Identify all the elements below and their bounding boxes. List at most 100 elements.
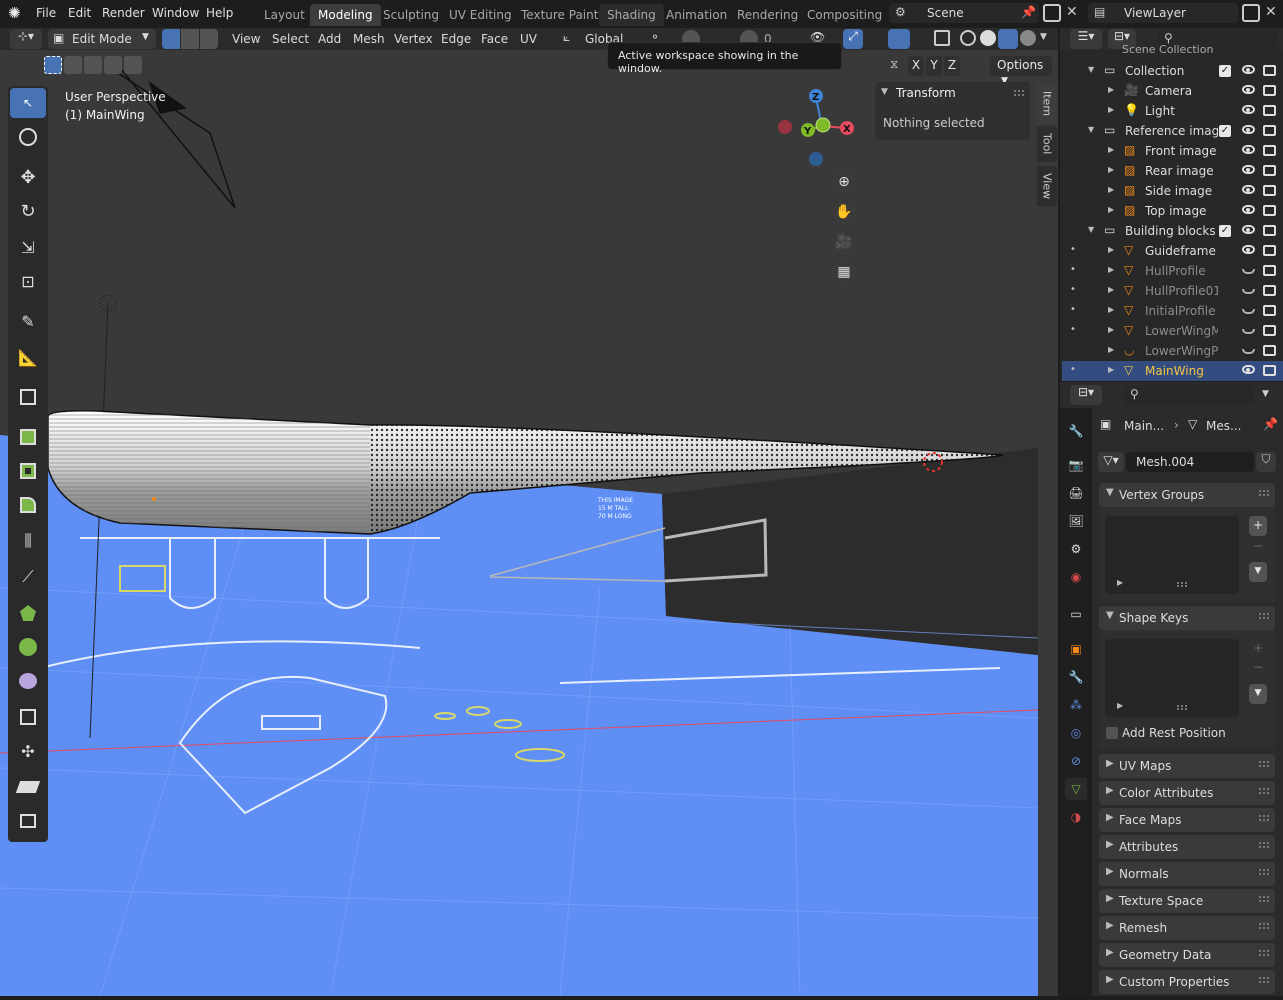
blender-logo-icon[interactable]: ✺ [8, 4, 30, 24]
tab-compositing[interactable]: Compositing [799, 4, 890, 26]
outliner-row[interactable]: ▶ • ▽ InitialProfile [1062, 301, 1283, 321]
menu-edit[interactable]: Edit [68, 6, 91, 20]
panel-header-remesh[interactable]: ▶ Remesh [1099, 916, 1275, 940]
select-extend-icon[interactable] [64, 56, 82, 74]
remove-shape-key-button[interactable]: − [1249, 658, 1267, 678]
eye-icon[interactable] [1242, 225, 1255, 234]
drag-grip-icon[interactable] [1259, 613, 1269, 619]
panel-header-normals[interactable]: ▶ Normals [1099, 862, 1275, 886]
particles-tab-icon[interactable]: ⁂ [1065, 694, 1087, 716]
shading-wireframe-icon[interactable] [960, 30, 976, 46]
outliner-root-row[interactable]: Scene Collection [1122, 43, 1213, 55]
gizmo-toggle-icon[interactable]: ⤢ [843, 29, 863, 49]
remove-vertex-group-button[interactable]: − [1249, 537, 1267, 557]
tab-sculpting[interactable]: Sculpting [375, 4, 447, 26]
shading-solid-icon[interactable] [980, 30, 996, 46]
pin-icon[interactable]: 📌 [1021, 5, 1036, 19]
output-tab-icon[interactable]: 🖨 [1065, 482, 1087, 504]
knife-tool-icon[interactable]: ⟋ [10, 562, 46, 592]
sidebar-tab-item[interactable]: Item [1037, 84, 1057, 124]
tab-shading[interactable]: Shading [599, 4, 664, 26]
tab-uv-editing[interactable]: UV Editing [441, 4, 520, 26]
delete-viewlayer-icon[interactable]: ✕ [1265, 4, 1277, 20]
menu-vertex[interactable]: Vertex [394, 32, 433, 46]
eye-closed-icon[interactable] [1242, 269, 1255, 274]
properties-search-input[interactable]: ⚲ [1124, 385, 1254, 405]
mesh-browse-icon[interactable]: ▽▾ [1098, 452, 1124, 472]
expand-triangle-icon[interactable]: ▶ [1117, 578, 1123, 587]
camera-render-icon[interactable] [1263, 285, 1276, 296]
add-rest-position-checkbox[interactable] [1106, 727, 1118, 739]
scene-tab-icon[interactable]: ⚙ [1065, 538, 1087, 560]
edit-toggle-dot-icon[interactable]: • [1070, 264, 1076, 275]
cursor-tool-icon[interactable] [10, 122, 46, 152]
camera-render-icon[interactable] [1263, 225, 1276, 236]
face-select-mode-icon[interactable] [200, 29, 218, 49]
mirror-z-toggle[interactable]: Z [944, 56, 960, 76]
expand-triangle-icon[interactable]: ▶ [1117, 701, 1123, 710]
chevron-down-icon[interactable]: ▼ [881, 87, 888, 97]
eye-closed-icon[interactable] [1242, 309, 1255, 314]
add-shape-key-button[interactable]: + [1249, 639, 1267, 659]
expand-right-icon[interactable]: ▶ [1108, 145, 1114, 154]
bevel-tool-icon[interactable] [10, 490, 46, 520]
menu-face[interactable]: Face [481, 32, 508, 46]
expand-right-icon[interactable]: ▶ [1108, 105, 1114, 114]
add-cube-tool-icon[interactable] [10, 382, 46, 412]
inset-tool-icon[interactable] [10, 456, 46, 486]
expand-right-icon[interactable]: ▶ [1108, 265, 1114, 274]
camera-render-icon[interactable] [1263, 185, 1276, 196]
expand-right-icon[interactable]: ▶ [1108, 185, 1114, 194]
menu-add[interactable]: Add [318, 32, 341, 46]
camera-render-icon[interactable] [1263, 125, 1276, 136]
edit-toggle-dot-icon[interactable]: • [1070, 364, 1076, 375]
outliner-row[interactable]: ▶ ◡ LowerWingPa [1062, 341, 1283, 361]
camera-render-icon[interactable] [1263, 105, 1276, 116]
edit-toggle-dot-icon[interactable]: • [1070, 304, 1076, 315]
pan-hand-icon[interactable]: ✋ [832, 200, 856, 224]
panel-header-custom-properties[interactable]: ▶ Custom Properties [1099, 970, 1275, 994]
camera-render-icon[interactable] [1263, 65, 1276, 76]
measure-tool-icon[interactable]: 📐 [10, 342, 46, 372]
panel-header-geometry-data[interactable]: ▶ Geometry Data [1099, 943, 1275, 967]
zoom-icon[interactable]: ⊕ [832, 170, 856, 194]
shading-rendered-icon[interactable] [1020, 30, 1036, 46]
expand-right-icon[interactable]: ▶ [1108, 85, 1114, 94]
select-subtract-icon[interactable] [84, 56, 102, 74]
tab-texture-paint[interactable]: Texture Paint [513, 4, 606, 26]
spin-tool-icon[interactable] [10, 632, 46, 662]
drag-grip-icon[interactable] [1259, 896, 1269, 902]
edge-slide-tool-icon[interactable] [10, 702, 46, 732]
panel-header-texture-space[interactable]: ▶ Texture Space [1099, 889, 1275, 913]
camera-render-icon[interactable] [1263, 365, 1276, 376]
camera-render-icon[interactable] [1263, 265, 1276, 276]
eye-icon[interactable] [1242, 85, 1255, 94]
expand-down-icon[interactable]: ▼ [1088, 225, 1094, 234]
eye-closed-icon[interactable] [1242, 349, 1255, 354]
select-box-tool-icon[interactable]: ↖ [10, 88, 46, 118]
world-tab-icon[interactable]: ◉ [1065, 566, 1087, 588]
new-viewlayer-icon[interactable] [1242, 4, 1260, 22]
render-tab-icon[interactable]: 📷 [1065, 454, 1087, 476]
scene-selector[interactable]: ⚙ Scene 📌 [889, 3, 1039, 23]
tab-modeling[interactable]: Modeling [310, 4, 381, 26]
eye-icon[interactable] [1242, 145, 1255, 154]
navigation-gizmo[interactable]: Z X Y [775, 86, 855, 166]
modifier-tab-icon[interactable]: 🔧 [1065, 666, 1087, 688]
xray-icon[interactable] [934, 30, 950, 46]
outliner-row[interactable]: ▶ • ▽ Guideframe [1062, 241, 1283, 261]
expand-down-icon[interactable]: ▼ [1088, 125, 1094, 134]
select-new-icon[interactable] [44, 56, 62, 74]
chevron-down-icon[interactable]: ▼ [1262, 389, 1269, 399]
drag-grip-icon[interactable] [1259, 869, 1269, 875]
eye-icon[interactable] [1242, 245, 1255, 254]
drag-grip-icon[interactable] [1259, 950, 1269, 956]
camera-render-icon[interactable] [1263, 325, 1276, 336]
physics-tab-icon[interactable]: ◎ [1065, 722, 1087, 744]
delete-scene-icon[interactable]: ✕ [1066, 4, 1078, 20]
tool-tab-icon[interactable]: 🔧 [1065, 420, 1087, 442]
mode-selector[interactable]: ▣ Edit Mode ▼ [48, 29, 156, 49]
tab-layout[interactable]: Layout [256, 4, 313, 26]
list-resize-grip-icon[interactable] [1177, 705, 1187, 710]
expand-right-icon[interactable]: ▶ [1108, 165, 1114, 174]
